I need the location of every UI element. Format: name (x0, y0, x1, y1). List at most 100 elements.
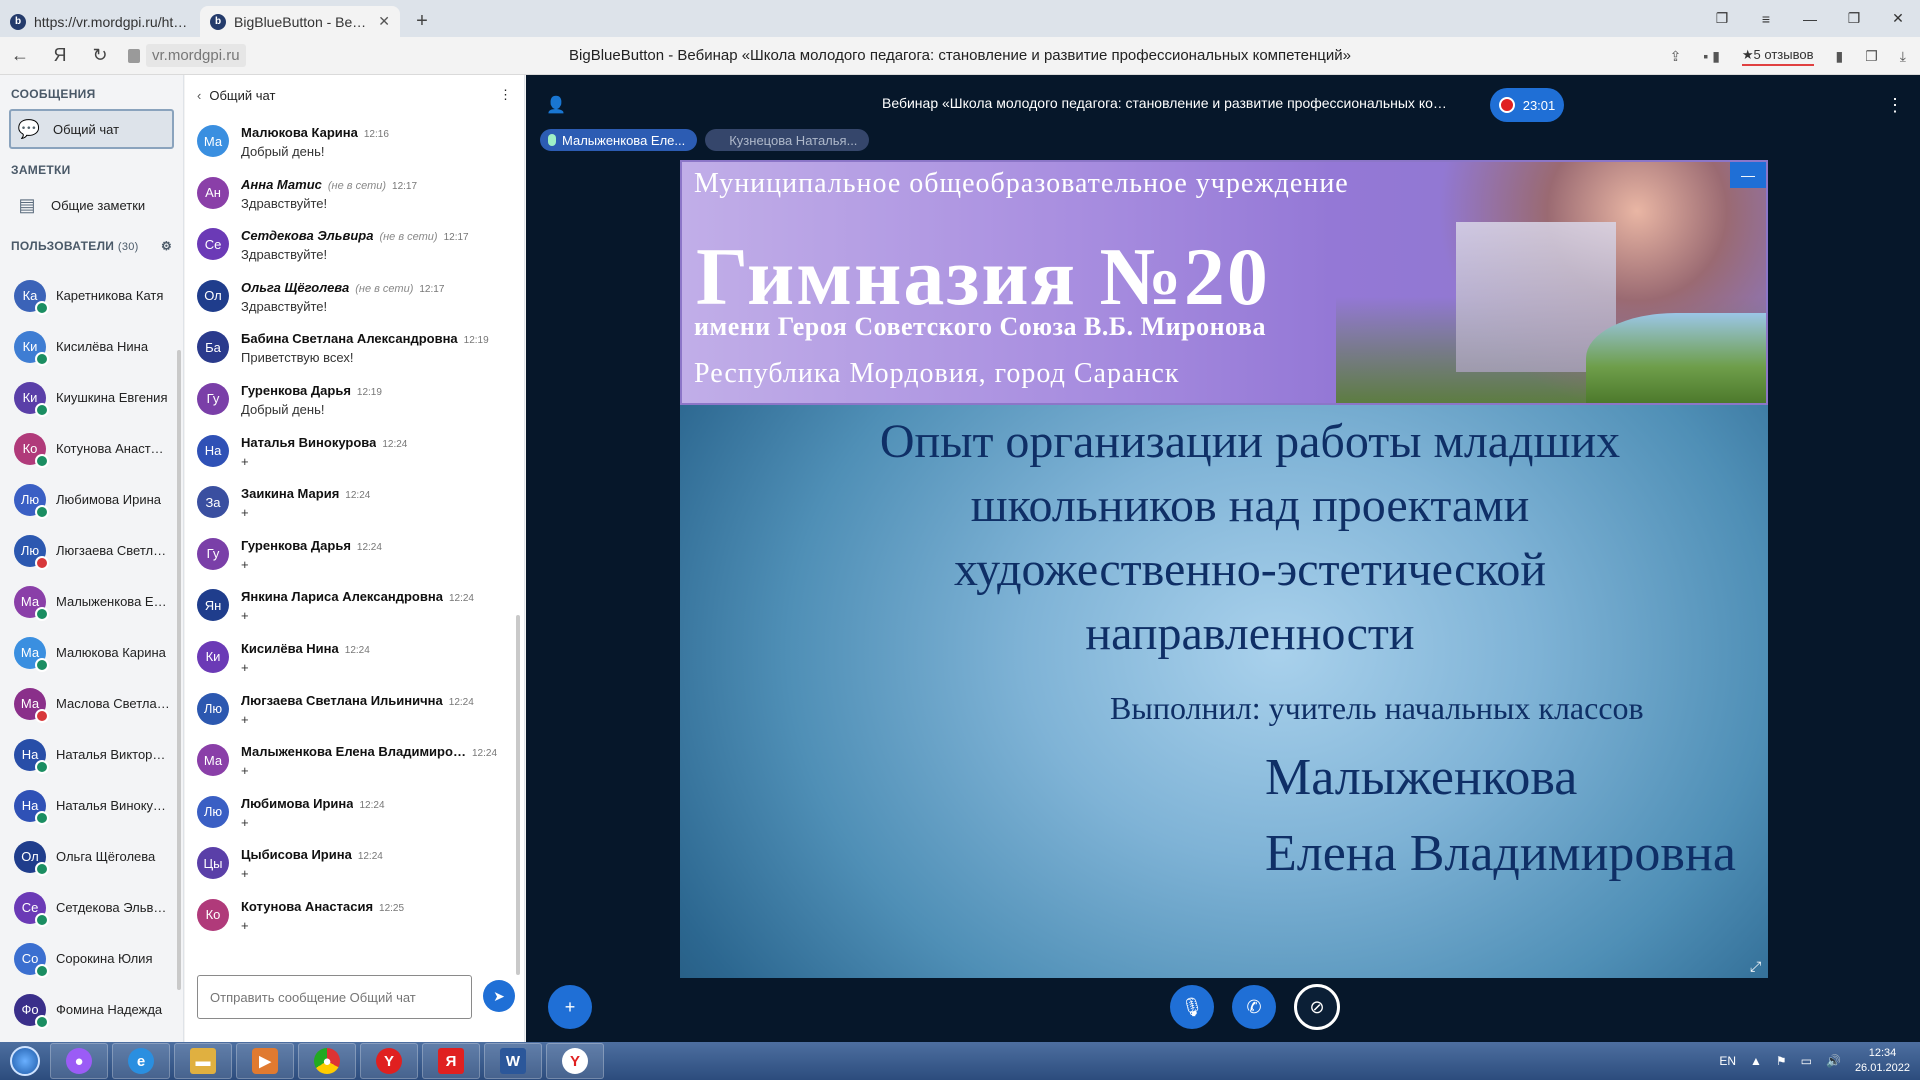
gear-icon[interactable]: ⚙ (161, 239, 172, 253)
taskbar-app-explorer[interactable]: ▬ (174, 1043, 232, 1079)
start-button[interactable] (0, 1042, 50, 1080)
taskbar-app-ie[interactable]: e (112, 1043, 170, 1079)
message-header: Гуренкова Дарья 12:19 (241, 383, 501, 398)
avatar-initials: Ко (205, 907, 221, 923)
send-message-button[interactable]: ➤ (483, 980, 515, 1012)
media-player-icon: ▶ (252, 1048, 278, 1074)
download-icon[interactable]: ⤓ (1900, 48, 1906, 65)
user-list-item[interactable]: Лю Люгзаева Светлана (0, 525, 178, 576)
user-list-item[interactable]: Со Сорокина Юлия (0, 933, 178, 984)
user-list-item[interactable]: На Наталья Винокурова (0, 780, 178, 831)
browser-tab-1[interactable]: b https://vr.mordgpi.ru/html5 (0, 6, 200, 37)
chat-options-icon[interactable]: ⋮ (499, 87, 512, 103)
taskbar-app-chrome[interactable]: ● (298, 1043, 356, 1079)
message-time: 12:24 (357, 851, 383, 863)
user-list-item[interactable]: Ма Малюкова Карина (0, 627, 178, 678)
avatar-initials: Ма (203, 133, 223, 149)
avatar: Ма (14, 585, 49, 621)
avatar-initials: На (204, 443, 222, 459)
avatar: Ко (14, 432, 49, 468)
yandex-icon[interactable]: Я (40, 37, 80, 75)
clock[interactable]: 12:34 26.01.2022 (1855, 1046, 1910, 1076)
reload-button[interactable]: ↻ (80, 37, 120, 75)
message-body: Любимова Ирина 12:24 + (241, 790, 501, 830)
chat-message-input[interactable] (197, 975, 472, 1019)
message-time: 12:24 (472, 748, 498, 760)
message-header: Люгзаева Светлана Ильинична 12:24 (241, 693, 501, 708)
avatar: Ки (14, 381, 49, 417)
browser-tab-2[interactable]: b BigBlueButton - Вебинар ✕ (200, 6, 400, 37)
close-window-button[interactable]: ✕ (1876, 0, 1920, 37)
avatar: Ма (14, 636, 49, 672)
camera-off-icon: ⊘ (1309, 996, 1325, 1017)
offline-label: (не в сети) (355, 282, 414, 295)
users-scrollbar[interactable] (177, 350, 181, 990)
taskbar-app-media[interactable]: ▶ (236, 1043, 294, 1079)
flag-icon[interactable]: ⚑ (1776, 1054, 1787, 1068)
message-header: Малыженкова Елена Владимировна 12:24 (241, 744, 501, 759)
user-list-item[interactable]: Ки Киушкина Евгения (0, 372, 178, 423)
bbb-favicon-icon: b (10, 13, 26, 30)
user-list-item[interactable]: Фо Фомина Надежда (0, 984, 178, 1035)
chat-scrollbar[interactable] (516, 615, 520, 975)
volume-icon[interactable]: 🔊 (1826, 1054, 1841, 1068)
options-menu-icon[interactable]: ⋮ (1886, 95, 1904, 116)
sidebar-item-public-chat[interactable]: 💬 Общий чат (9, 109, 174, 149)
taskbar-app-yandex-2[interactable]: Y (546, 1043, 604, 1079)
user-list-item[interactable]: Лю Любимова Ирина (0, 474, 178, 525)
avatar: Ан (197, 176, 229, 209)
user-list-item[interactable]: На Наталья Викторовна (0, 729, 178, 780)
word-icon: W (500, 1048, 526, 1074)
user-list-item[interactable]: Ма Малыженкова Елена (0, 576, 178, 627)
minimize-presentation-button[interactable]: — (1730, 162, 1766, 188)
fullscreen-icon[interactable]: ⤢ (1750, 958, 1761, 975)
bookmark-icon[interactable]: ▮ (1836, 48, 1844, 65)
avatar-initials: Ко (22, 441, 38, 456)
mute-button[interactable]: 🎙 (1170, 985, 1214, 1029)
message-time: 12:25 (379, 902, 405, 914)
message-time: 12:24 (345, 490, 371, 502)
network-icon[interactable]: ▭ (1801, 1054, 1812, 1068)
chat-message: Гу Гуренкова Дарья 12:19 Добрый день! (185, 377, 515, 429)
taskbar-app-alice[interactable]: ● (50, 1043, 108, 1079)
message-header: Кисилёва Нина 12:24 (241, 641, 501, 656)
back-button[interactable]: ← (0, 37, 40, 75)
maximize-button[interactable]: ❐ (1832, 0, 1876, 37)
taskbar-app-word[interactable]: W (484, 1043, 542, 1079)
user-icon[interactable]: 👤 (546, 95, 566, 115)
yandex-browser-icon: Y (376, 1048, 402, 1074)
collections-icon[interactable]: ❐ (1865, 48, 1878, 65)
slide-title-line: направленности (1085, 607, 1415, 660)
avatar-initials: За (205, 494, 221, 510)
new-tab-button[interactable]: + (408, 7, 436, 35)
minimize-button[interactable]: — (1788, 0, 1832, 37)
user-list-item[interactable]: Ма Маслова Светлана (0, 678, 178, 729)
chat-back-button[interactable]: ‹ Общий чат (197, 88, 275, 103)
share-icon[interactable]: ⇪ (1670, 48, 1682, 65)
actions-plus-button[interactable]: + (548, 985, 592, 1029)
language-indicator[interactable]: EN (1719, 1054, 1736, 1068)
taskbar-app-yandex-search[interactable]: Я (422, 1043, 480, 1079)
bookmarks-icon[interactable]: ❐ (1700, 0, 1744, 37)
user-list-item[interactable]: Ка Каретникова Катя (0, 270, 178, 321)
yandex-search-icon: Я (438, 1048, 464, 1074)
url-field[interactable]: vr.mordgpi.ru (128, 44, 288, 67)
camera-mic-icon[interactable]: ▪ ▮ (1703, 48, 1720, 65)
sidebar-item-shared-notes[interactable]: ▤ Общие заметки (9, 185, 174, 225)
camera-button[interactable]: ⊘ (1294, 984, 1340, 1030)
status-icon (35, 504, 49, 519)
close-icon[interactable]: ✕ (378, 13, 390, 30)
user-list-item[interactable]: Ол Ольга Щёголева (0, 831, 178, 882)
audio-button[interactable]: ✆ (1232, 985, 1276, 1029)
reviews-badge[interactable]: ★5 отзывов (1741, 47, 1814, 66)
menu-icon[interactable]: ≡ (1744, 0, 1788, 37)
status-icon (35, 351, 49, 366)
recording-indicator[interactable]: 23:01 (1490, 88, 1564, 122)
user-list-item[interactable]: Ки Кисилёва Нина (0, 321, 178, 372)
message-author: Сетдекова Эльвира (241, 228, 374, 244)
user-list-item[interactable]: Се Сетдекова Эльвира (0, 882, 178, 933)
sidebar-item-label: Общие заметки (51, 197, 146, 213)
show-hidden-icons-icon[interactable]: ▲ (1750, 1054, 1762, 1068)
user-list-item[interactable]: Ко Котунова Анастасия (0, 423, 178, 474)
taskbar-app-yandex[interactable]: Y (360, 1043, 418, 1079)
